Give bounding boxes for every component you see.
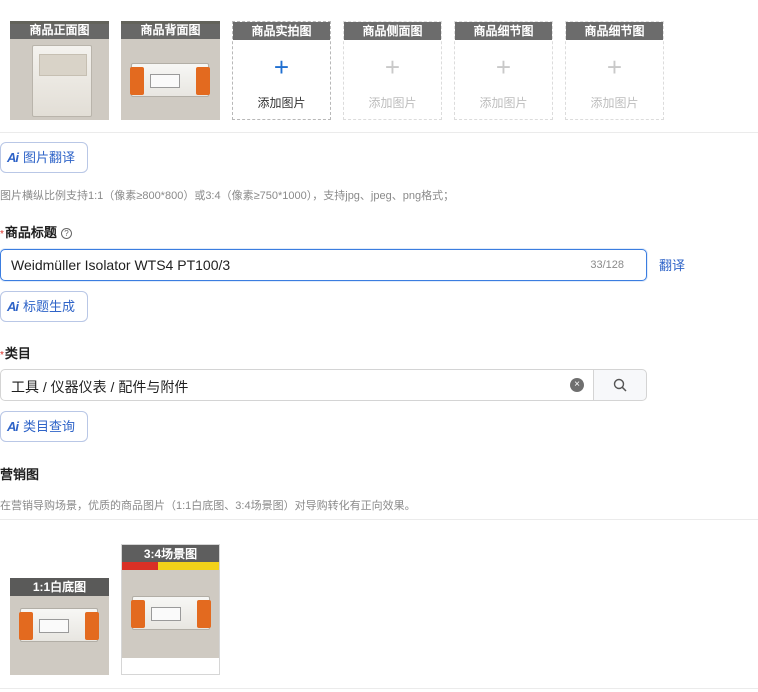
add-image-label: 添加图片 — [257, 96, 306, 110]
image-slot-back[interactable]: 商品背面图 — [121, 21, 220, 120]
image-caption: 商品细节图 — [566, 22, 663, 40]
section-divider — [0, 688, 758, 689]
add-image-label: 添加图片 — [368, 96, 417, 110]
image-translate-label: 图片翻译 — [23, 150, 76, 165]
marketing-image-square[interactable]: 1:1白底图 — [10, 578, 109, 675]
title-generate-label: 标题生成 — [23, 299, 76, 314]
marketing-label: 营销图 — [0, 467, 40, 482]
title-input-value: Weidmüller Isolator WTS4 PT100/3 — [11, 257, 231, 273]
section-divider — [0, 519, 758, 520]
category-query-label: 类目查询 — [23, 419, 76, 434]
image-caption: 商品正面图 — [10, 21, 109, 39]
ai-icon: Ai — [7, 150, 19, 165]
image-caption: 商品细节图 — [455, 22, 552, 40]
title-char-count: 33/128 — [590, 259, 624, 271]
translate-link[interactable]: 翻译 — [659, 255, 685, 274]
search-icon — [613, 378, 627, 392]
product-photo-scene — [131, 596, 211, 630]
image-caption: 商品侧面图 — [344, 22, 441, 40]
plus-icon: + — [606, 52, 623, 82]
image-slot-front[interactable]: 商品正面图 — [10, 21, 109, 120]
product-photo-back — [130, 63, 210, 97]
product-photo-white — [19, 608, 99, 642]
plus-icon: + — [273, 52, 290, 82]
marketing-image-caption: 1:1白底图 — [10, 578, 109, 596]
image-caption: 商品背面图 — [121, 21, 220, 39]
marketing-image-scene[interactable]: 3:4场景图 — [121, 544, 220, 675]
category-label-text: 类目 — [4, 346, 31, 361]
image-slot-side[interactable]: 商品侧面图 + 添加图片 — [343, 21, 442, 120]
scene-photo — [122, 570, 219, 658]
plus-icon: + — [495, 52, 512, 82]
add-image-label: 添加图片 — [479, 96, 528, 110]
title-label-text: 商品标题 — [4, 225, 57, 240]
product-photo-front — [32, 45, 92, 117]
clear-icon[interactable]: × — [570, 378, 584, 392]
scene-banner-accent — [122, 562, 158, 570]
category-value: 工具 / 仪器仪表 / 配件与附件 — [11, 379, 189, 395]
required-mark: * — [0, 350, 4, 361]
title-generate-button[interactable]: Ai 标题生成 — [0, 291, 89, 322]
image-slot-detail-2[interactable]: 商品细节图 + 添加图片 — [565, 21, 664, 120]
image-slot-detail-1[interactable]: 商品细节图 + 添加图片 — [454, 21, 553, 120]
required-mark: * — [0, 229, 4, 240]
add-image-label: 添加图片 — [590, 96, 639, 110]
title-input[interactable]: Weidmüller Isolator WTS4 PT100/3 33/128 — [0, 249, 647, 281]
image-translate-button[interactable]: Ai 图片翻译 — [0, 142, 89, 173]
category-field-label: *类目 — [0, 343, 31, 362]
ai-icon: Ai — [7, 419, 19, 434]
section-divider — [0, 132, 758, 133]
ai-icon: Ai — [7, 299, 19, 314]
plus-icon: + — [384, 52, 401, 82]
help-icon[interactable]: ? — [60, 228, 72, 239]
marketing-image-caption: 3:4场景图 — [122, 545, 219, 563]
image-slot-photo-add[interactable]: 商品实拍图 + 添加图片 — [232, 21, 331, 120]
category-search-button[interactable] — [593, 369, 647, 401]
image-format-hint: 图片横纵比例支持1:1（像素≥800*800）或3:4（像素≥750*1000）… — [0, 190, 455, 202]
title-field-label: *商品标题? — [0, 222, 72, 241]
category-select[interactable]: 工具 / 仪器仪表 / 配件与附件 × — [0, 369, 594, 401]
image-caption: 商品实拍图 — [233, 22, 330, 40]
marketing-hint: 在营销导购场景，优质的商品图片（1:1白底图、3:4场景图）对导购转化有正向效果… — [0, 500, 416, 512]
category-query-button[interactable]: Ai 类目查询 — [0, 411, 89, 442]
